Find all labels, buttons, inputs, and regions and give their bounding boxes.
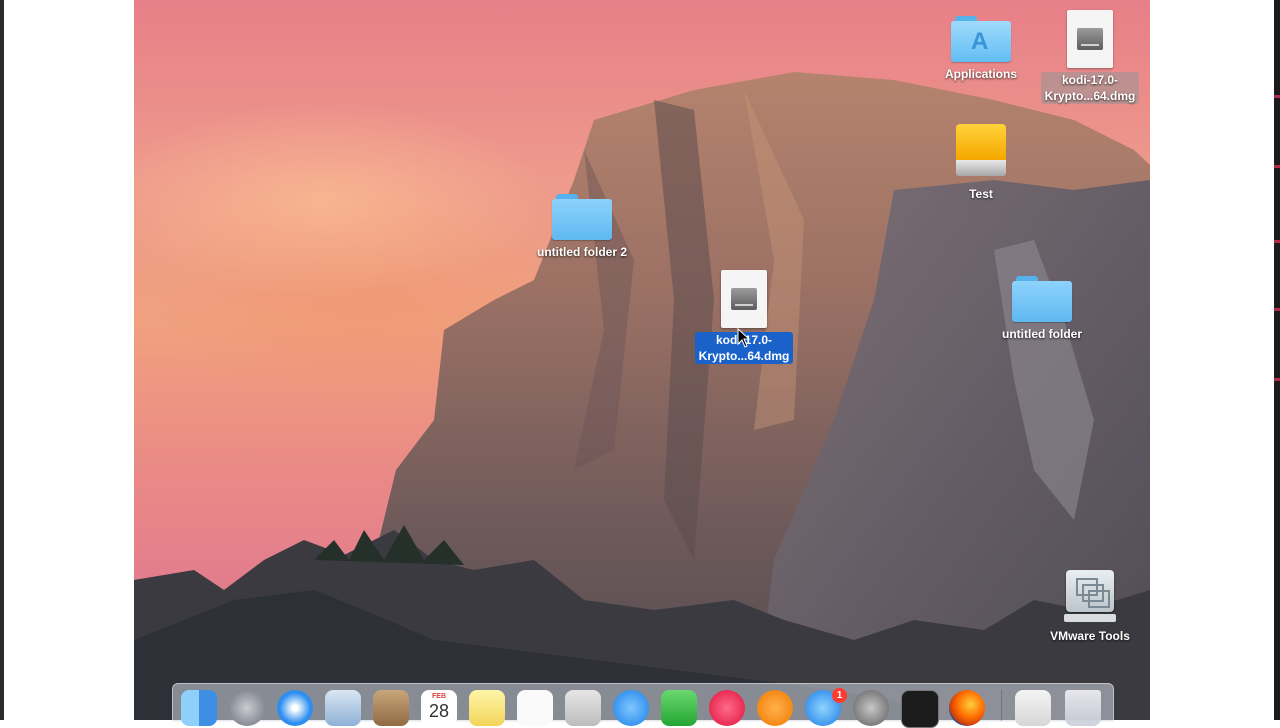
dock: FEB 28 1	[172, 683, 1114, 728]
calendar-icon[interactable]: FEB 28	[421, 690, 457, 726]
external-drive-icon	[956, 124, 1006, 182]
vmware-tools-label: VMware Tools	[1050, 629, 1130, 643]
disk-image-icon	[721, 270, 767, 328]
ibooks-icon[interactable]	[757, 690, 793, 726]
window-frame-right	[1150, 0, 1280, 720]
applications-folder[interactable]: A Applications	[921, 16, 1041, 83]
test-drive-label: Test	[969, 187, 993, 201]
folder-icon	[1012, 276, 1072, 322]
applications-folder-icon: A	[951, 16, 1011, 62]
messages-icon[interactable]	[613, 690, 649, 726]
finder-icon[interactable]	[181, 690, 217, 726]
kodi-dmg-original[interactable]: kodi-17.0- Krypto...64.dmg	[1030, 10, 1150, 105]
photos-icon[interactable]	[565, 690, 601, 726]
test-drive[interactable]: Test	[921, 124, 1041, 203]
app-store-badge: 1	[832, 688, 847, 703]
folder-icon	[552, 194, 612, 240]
dock-separator	[1001, 690, 1002, 721]
disk-image-icon	[1067, 10, 1113, 68]
calendar-month: FEB	[432, 693, 446, 700]
mail-icon[interactable]	[325, 690, 361, 726]
app-store-icon[interactable]: 1	[805, 688, 847, 726]
notes-icon[interactable]	[469, 690, 505, 726]
vmware-tools-volume[interactable]: VMware Tools	[1030, 568, 1150, 645]
firefox-icon[interactable]	[949, 690, 985, 726]
calendar-day: 28	[428, 701, 450, 721]
downloads-stack-icon[interactable]	[1015, 690, 1051, 726]
facetime-icon[interactable]	[661, 690, 697, 726]
kodi-dmg-selected[interactable]: kodi-17.0- Krypto...64.dmg	[684, 270, 804, 365]
wallpaper-mountain	[134, 72, 1150, 720]
untitled-folder-2-label: untitled folder 2	[537, 245, 627, 259]
kodi-dmg-original-label: kodi-17.0- Krypto...64.dmg	[1040, 72, 1140, 104]
window-frame-left	[0, 0, 134, 720]
launchpad-icon[interactable]	[229, 690, 265, 726]
untitled-folder[interactable]: untitled folder	[982, 276, 1102, 343]
reminders-icon[interactable]	[517, 690, 553, 726]
safari-icon[interactable]	[277, 690, 313, 726]
itunes-icon[interactable]	[709, 690, 745, 726]
activity-monitor-icon[interactable]	[901, 690, 939, 728]
vmware-tools-icon	[1062, 568, 1118, 624]
system-preferences-icon[interactable]	[853, 690, 889, 726]
desktop[interactable]: A Applications kodi-17.0- Krypto...64.dm…	[134, 0, 1150, 720]
trash-icon[interactable]	[1065, 690, 1101, 726]
contacts-icon[interactable]	[373, 690, 409, 726]
mouse-pointer-icon	[737, 328, 751, 348]
untitled-folder-label: untitled folder	[1002, 327, 1082, 341]
applications-label: Applications	[944, 67, 1017, 81]
untitled-folder-2[interactable]: untitled folder 2	[522, 194, 642, 261]
